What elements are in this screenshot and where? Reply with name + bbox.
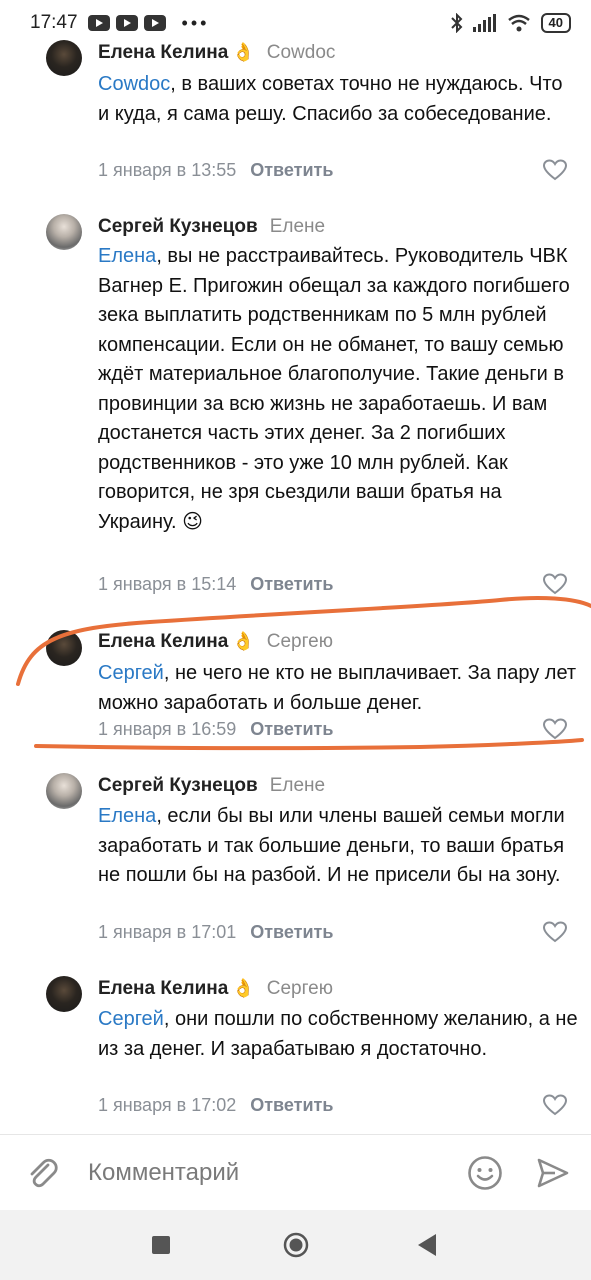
comment-meta: 1 января в 15:14 Ответить xyxy=(98,574,333,595)
comment-text: Елена, вы не расстраивайтесь. Руководите… xyxy=(98,242,578,537)
comment-header: Сергей Кузнецов Елене xyxy=(98,216,325,238)
ok-hand-emoji-icon: 👌 xyxy=(232,978,255,998)
more-notifications-icon: ••• xyxy=(181,12,210,33)
comment-header: Сергей Кузнецов Елене xyxy=(98,775,325,797)
reply-button[interactable]: Ответить xyxy=(250,922,333,942)
like-heart-icon[interactable] xyxy=(543,1094,567,1116)
avatar[interactable] xyxy=(46,40,82,76)
status-time: 17:47 xyxy=(30,12,78,33)
comment-body: , вы не расстраивайтесь. Руководитель ЧВ… xyxy=(98,245,570,533)
mention-link[interactable]: Елена xyxy=(98,805,156,827)
youtube-notification-icon xyxy=(115,15,138,31)
youtube-notification-icon xyxy=(87,15,110,31)
emoji-icon[interactable] xyxy=(467,1155,503,1191)
reply-to[interactable]: Елене xyxy=(270,216,325,237)
comment-body: , если бы вы или члены вашей семьи могли… xyxy=(98,805,565,886)
avatar[interactable] xyxy=(46,630,82,666)
author-name[interactable]: Елена Келина xyxy=(98,978,228,999)
like-heart-icon[interactable] xyxy=(543,718,567,740)
avatar[interactable] xyxy=(46,773,82,809)
reply-to[interactable]: Сергею xyxy=(267,631,333,652)
send-icon[interactable] xyxy=(537,1157,569,1189)
comment-meta: 1 января в 16:59 Ответить xyxy=(98,719,333,740)
bluetooth-icon xyxy=(450,13,462,33)
comment-header: Елена Келина 👌 Сергею xyxy=(98,631,333,653)
battery-icon: 40 xyxy=(540,13,571,33)
comment-input-bar xyxy=(0,1134,591,1210)
comment-text: Сергей, не чего не кто не выплачивает. З… xyxy=(98,659,578,718)
comment-text: Сергей, они пошли по собственному желани… xyxy=(98,1005,578,1064)
comment-meta: 1 января в 17:02 Ответить xyxy=(98,1095,333,1116)
comment-body: , не чего не кто не выплачивает. За пару… xyxy=(98,662,577,714)
comment-header: Елена Келина 👌 Сергею xyxy=(98,978,333,1000)
author-name[interactable]: Елена Келина xyxy=(98,631,228,652)
comment-text: Елена, если бы вы или члены вашей семьи … xyxy=(98,802,578,891)
like-heart-icon[interactable] xyxy=(543,921,567,943)
comment-meta: 1 января в 13:55 Ответить xyxy=(98,160,333,181)
status-icons: 40 xyxy=(450,13,571,33)
mention-link[interactable]: Елена xyxy=(98,245,156,267)
reply-to[interactable]: Елене xyxy=(270,775,325,796)
comment-input[interactable] xyxy=(88,1155,428,1191)
ok-hand-emoji-icon: 👌 xyxy=(232,42,255,62)
avatar[interactable] xyxy=(46,214,82,250)
youtube-notification-icon xyxy=(143,15,166,31)
like-heart-icon[interactable] xyxy=(543,159,567,181)
mention-link[interactable]: Сергей xyxy=(98,1008,164,1030)
status-bar: 17:47 ••• 40 xyxy=(0,0,591,46)
mention-link[interactable]: Cowdoc xyxy=(98,73,170,95)
recent-apps-icon[interactable] xyxy=(152,1236,170,1254)
back-icon[interactable] xyxy=(418,1234,436,1256)
reply-button[interactable]: Ответить xyxy=(250,160,333,180)
comment-text: Cowdoc, в ваших советах точно не нуждаюс… xyxy=(98,70,578,129)
mention-link[interactable]: Сергей xyxy=(98,662,164,684)
comment-date: 1 января в 17:02 xyxy=(98,1095,237,1115)
comment-date: 1 января в 16:59 xyxy=(98,719,237,739)
comment-meta: 1 января в 17:01 Ответить xyxy=(98,922,333,943)
reply-to[interactable]: Cowdoc xyxy=(267,42,336,63)
home-icon[interactable] xyxy=(283,1232,309,1258)
reply-button[interactable]: Ответить xyxy=(250,719,333,739)
author-name[interactable]: Елена Келина xyxy=(98,42,228,63)
system-navigation-bar xyxy=(0,1210,591,1280)
reply-button[interactable]: Ответить xyxy=(250,574,333,594)
author-name[interactable]: Сергей Кузнецов xyxy=(98,775,258,796)
avatar[interactable] xyxy=(46,976,82,1012)
comment-header: Елена Келина 👌 Cowdoc xyxy=(98,42,335,64)
author-name[interactable]: Сергей Кузнецов xyxy=(98,216,258,237)
comment-date: 1 января в 13:55 xyxy=(98,160,237,180)
comment-body: , они пошли по собственному желанию, а н… xyxy=(98,1008,578,1060)
reply-to[interactable]: Сергею xyxy=(267,978,333,999)
paperclip-icon[interactable] xyxy=(24,1155,60,1191)
wifi-icon xyxy=(507,14,530,32)
comment-date: 1 января в 15:14 xyxy=(98,574,237,594)
ok-hand-emoji-icon: 👌 xyxy=(232,631,255,651)
comment-date: 1 января в 17:01 xyxy=(98,922,237,942)
reply-button[interactable]: Ответить xyxy=(250,1095,333,1115)
like-heart-icon[interactable] xyxy=(543,573,567,595)
cellular-signal-icon xyxy=(472,14,496,32)
